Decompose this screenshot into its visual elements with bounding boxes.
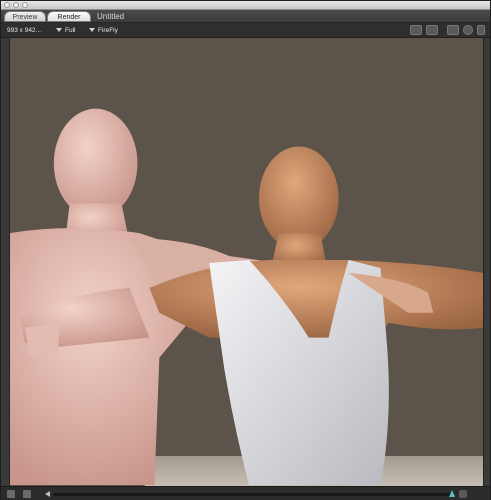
chevron-down-icon (56, 28, 62, 33)
camera-icon[interactable] (7, 490, 15, 498)
male-figure-white-tank-top (149, 146, 483, 486)
tab-strip: Preview Render Untitled (1, 10, 490, 23)
render-viewport[interactable] (9, 38, 484, 486)
tab-render[interactable]: Render (47, 11, 91, 22)
render-window: Preview Render Untitled 993 x 942... Ful… (0, 0, 491, 500)
tools-icon[interactable] (463, 25, 473, 35)
render-engine-select[interactable]: FireFly (89, 25, 118, 36)
expand-icon[interactable] (477, 25, 485, 35)
timeline-scrubber[interactable] (53, 493, 451, 496)
render-frame-icon[interactable] (410, 25, 422, 35)
settings-icon[interactable] (447, 25, 459, 35)
zoom-window-button[interactable] (22, 2, 28, 8)
tab-preview[interactable]: Preview (4, 11, 46, 22)
film-icon[interactable] (23, 490, 31, 498)
title-bar (1, 1, 490, 10)
render-mode-select[interactable]: Full (56, 25, 75, 36)
scrub-back-icon[interactable] (45, 491, 50, 497)
chevron-down-icon (89, 28, 95, 33)
render-toolbar: 993 x 942... Full FireFly (1, 23, 490, 38)
close-window-button[interactable] (4, 2, 10, 8)
render-dimensions[interactable]: 993 x 942... (7, 25, 41, 36)
render-mode-value: Full (65, 27, 76, 34)
document-title: Untitled (97, 12, 125, 21)
export-image-icon[interactable] (426, 25, 438, 35)
scrub-forward-icon[interactable] (459, 490, 467, 498)
scrubber-handle[interactable] (449, 490, 455, 497)
timeline-bar (1, 486, 490, 500)
rendered-figures (10, 108, 483, 486)
render-engine-value: FireFly (98, 27, 118, 34)
minimize-window-button[interactable] (13, 2, 19, 8)
